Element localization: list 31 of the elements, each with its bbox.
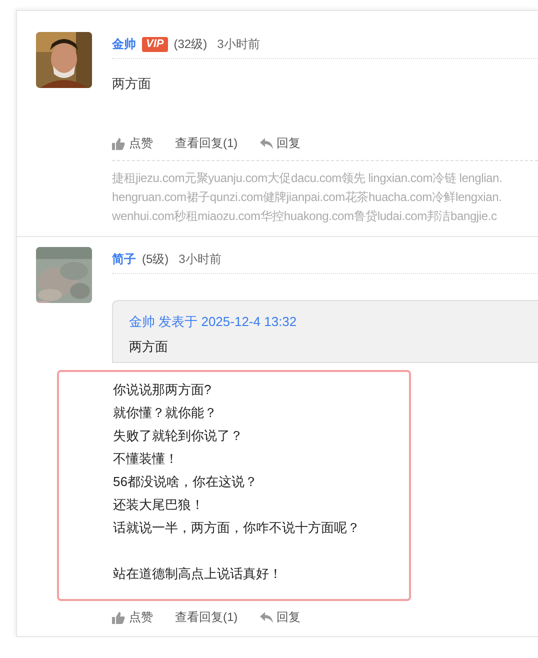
view-replies-link[interactable]: 查看回复(1) xyxy=(175,135,238,152)
comment-text: 两方面 xyxy=(112,75,152,93)
reply-arrow-icon xyxy=(260,612,273,623)
like-button[interactable]: 点赞 xyxy=(112,609,153,626)
reply-line: 还装大尾巴狼！ xyxy=(113,496,205,514)
post-time: 3小时前 xyxy=(217,36,260,52)
quote-text: 两方面 xyxy=(129,338,169,356)
reply-line: 56都没说啥，你在这说？ xyxy=(113,473,258,491)
reply-line: 失败了就轮到你说了？ xyxy=(113,427,244,445)
reply-arrow-icon xyxy=(260,138,273,149)
user-level: (32级) xyxy=(174,36,208,52)
reply-line: 不懂装懂！ xyxy=(113,450,179,468)
like-button[interactable]: 点赞 xyxy=(112,135,153,152)
reply-button[interactable]: 回复 xyxy=(260,609,301,626)
link-text: wenhui.com秒租miaozu.com华控huakong.com鲁贷ludai.com邦洁bangjie.c xyxy=(112,208,498,225)
vip-badge: VIP xyxy=(142,36,168,52)
reply-line: 就你懂？就你能？ xyxy=(113,404,218,422)
author-name[interactable]: 简子 xyxy=(112,250,136,268)
reply-button[interactable]: 回复 xyxy=(260,135,301,152)
thumbs-up-icon xyxy=(112,138,125,150)
author-name[interactable]: 金帅 xyxy=(112,36,136,52)
thumbs-up-icon xyxy=(112,612,125,624)
link-text: 捷租jiezu.com元聚yuanju.com大促dacu.com领先 lingxian.com冷链 lenglian. xyxy=(112,170,504,187)
link-text: hengruan.com裙子qunzi.com健牌jianpai.com花茶huacha.com冷鲜lengxian. xyxy=(112,189,503,206)
reply-line: 站在道德制高点上说话真好！ xyxy=(113,565,283,583)
view-replies-link[interactable]: 查看回复(1) xyxy=(175,609,238,626)
reply-line: 你说说那两方面? xyxy=(113,381,212,399)
reply-line: 话就说一半，两方面，你咋不说十方面呢？ xyxy=(113,519,361,537)
user-level: (5级) xyxy=(142,250,169,268)
post-time: 3小时前 xyxy=(178,250,222,268)
quote-header: 金帅 发表于 2025-12-4 13:32 xyxy=(129,313,298,331)
